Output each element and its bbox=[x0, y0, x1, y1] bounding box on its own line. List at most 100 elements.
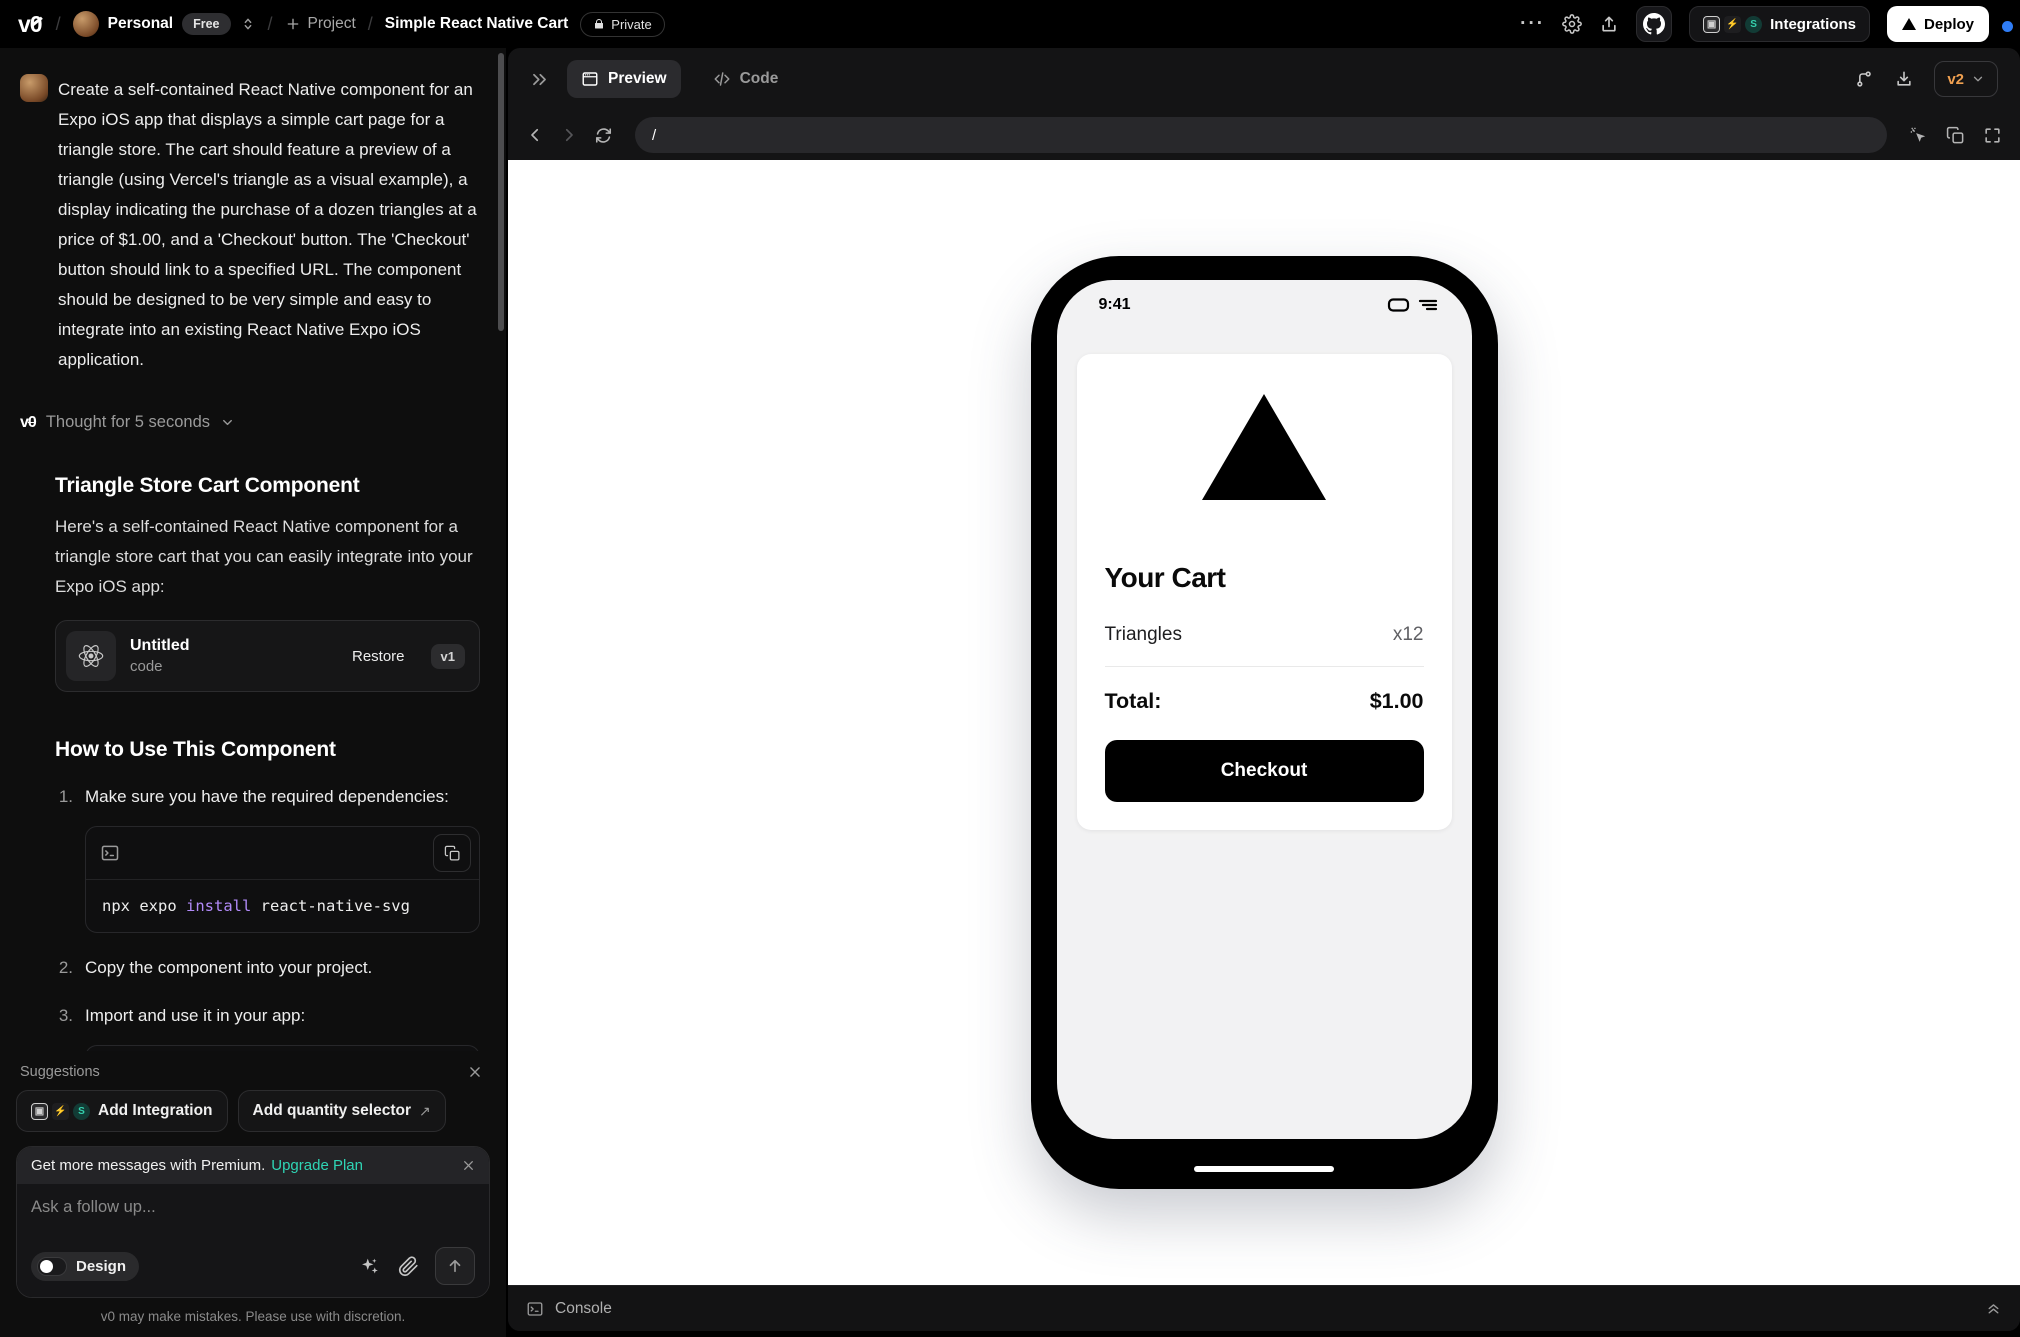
code-snippet: npx expo install react-native-svg bbox=[86, 879, 479, 932]
response-intro: Here's a self-contained React Native com… bbox=[55, 517, 473, 596]
add-project-button[interactable]: Project bbox=[285, 15, 356, 33]
chat-title: Simple React Native Cart bbox=[384, 15, 569, 32]
plus-icon bbox=[287, 18, 298, 30]
vercel-triangle-icon bbox=[1901, 18, 1916, 30]
premium-banner: Get more messages with Premium. Upgrade … bbox=[17, 1147, 489, 1184]
integration-bolt-icon: ⚡ bbox=[52, 1102, 69, 1120]
followup-input[interactable] bbox=[31, 1198, 475, 1217]
status-time: 9:41 bbox=[1098, 296, 1131, 313]
checkout-button[interactable]: Checkout bbox=[1104, 740, 1424, 802]
cart-item-row: Triangles x12 bbox=[1104, 624, 1424, 667]
integration-notion-icon: ▣ bbox=[31, 1102, 48, 1120]
integration-bolt-icon: ⚡ bbox=[1724, 15, 1742, 33]
plan-badge: Free bbox=[182, 13, 231, 35]
phone-statusbar: 9:41 bbox=[1057, 280, 1472, 314]
git-branch-icon[interactable] bbox=[1854, 69, 1874, 89]
chevron-down-icon bbox=[223, 419, 232, 426]
design-toggle[interactable]: Design bbox=[31, 1251, 140, 1281]
notification-dot bbox=[2002, 21, 2013, 32]
close-banner-icon[interactable] bbox=[462, 1159, 475, 1172]
download-icon[interactable] bbox=[1894, 69, 1914, 89]
console-bar[interactable]: Console bbox=[508, 1285, 2020, 1331]
preview-canvas: 9:41 Your Cart Triangles x12 Total: $1.0… bbox=[508, 160, 2020, 1285]
back-button[interactable] bbox=[526, 126, 544, 144]
user-message-avatar bbox=[20, 74, 48, 102]
suggestion-add-integration-button[interactable]: ▣ ⚡ S Add Integration bbox=[16, 1090, 228, 1132]
url-text: / bbox=[652, 126, 657, 144]
chat-messages: Create a self-contained React Native com… bbox=[0, 48, 506, 1051]
expand-console-icon[interactable] bbox=[1985, 1300, 2002, 1317]
close-suggestions-icon[interactable] bbox=[468, 1065, 482, 1079]
settings-gear-icon[interactable] bbox=[1562, 14, 1582, 34]
integration-notion-icon: ▣ bbox=[1703, 15, 1721, 33]
send-button[interactable] bbox=[435, 1247, 475, 1285]
restore-button[interactable]: Restore bbox=[352, 648, 405, 665]
tab-preview[interactable]: Preview bbox=[567, 60, 681, 98]
collapse-sidebar-icon[interactable] bbox=[530, 70, 549, 89]
version-badge: v1 bbox=[430, 643, 465, 669]
console-label: Console bbox=[555, 1299, 612, 1317]
workbench-toolbar: Preview Code v2 bbox=[508, 48, 2020, 110]
list-item: 1. Make sure you have the required depen… bbox=[58, 787, 449, 806]
arrow-up-icon bbox=[449, 1259, 461, 1273]
status-battery-icon bbox=[1387, 298, 1409, 312]
attachment-paperclip-icon[interactable] bbox=[398, 1255, 419, 1277]
thought-toggle[interactable]: v0 Thought for 5 seconds bbox=[20, 413, 484, 432]
code-block-card[interactable]: Untitled code Restore v1 bbox=[55, 620, 480, 692]
more-menu-button[interactable]: ··· bbox=[1520, 13, 1545, 35]
tab-code[interactable]: Code bbox=[699, 60, 793, 98]
refresh-icon[interactable] bbox=[594, 126, 613, 145]
cart-total-row: Total: $1.00 bbox=[1104, 689, 1424, 713]
v0-logo-icon[interactable]: v0 bbox=[18, 11, 44, 38]
sparkles-icon[interactable] bbox=[359, 1256, 380, 1277]
user-message: Create a self-contained React Native com… bbox=[20, 74, 484, 375]
integrations-button[interactable]: ▣ ⚡ S Integrations bbox=[1689, 6, 1870, 42]
workspace-name: Personal bbox=[107, 15, 174, 32]
lock-icon bbox=[595, 19, 604, 29]
cart-item-name: Triangles bbox=[1104, 624, 1182, 645]
phone-screen: 9:41 Your Cart Triangles x12 Total: $1.0… bbox=[1056, 280, 1472, 1139]
howto-title: How to Use This Component bbox=[55, 738, 336, 761]
open-new-window-icon[interactable] bbox=[1946, 126, 1965, 145]
cart-title: Your Cart bbox=[1104, 562, 1227, 593]
privacy-badge[interactable]: Private bbox=[580, 11, 665, 37]
workspace-switcher[interactable]: Personal Free bbox=[72, 11, 256, 37]
version-selector[interactable]: v2 bbox=[1934, 61, 1998, 97]
upgrade-plan-link[interactable]: Upgrade Plan bbox=[271, 1157, 363, 1174]
url-bar[interactable]: / bbox=[635, 117, 1887, 153]
top-header: v0 / Personal Free / Project / Simple Re… bbox=[0, 0, 2020, 48]
suggestion-add-quantity-button[interactable]: Add quantity selector ↗ bbox=[237, 1090, 446, 1132]
code-card-subtitle: code bbox=[130, 658, 163, 675]
chevron-down-icon bbox=[1973, 76, 1983, 82]
response-title: Triangle Store Cart Component bbox=[55, 474, 360, 497]
v0-assistant-icon: v0 bbox=[20, 413, 37, 431]
chat-sidebar: Create a self-contained React Native com… bbox=[0, 48, 506, 1337]
sidebar-bottom: Suggestions ▣ ⚡ S Add Integration Add qu… bbox=[0, 1056, 506, 1337]
integration-stripe-icon: S bbox=[1745, 15, 1763, 33]
iphone-mockup: 9:41 Your Cart Triangles x12 Total: $1.0… bbox=[1030, 256, 1498, 1189]
chevrons-up-down-icon[interactable] bbox=[240, 16, 256, 32]
forward-button[interactable] bbox=[560, 126, 578, 144]
breadcrumb-separator: / bbox=[55, 13, 61, 34]
integrations-label: Integrations bbox=[1770, 15, 1856, 33]
github-button[interactable] bbox=[1636, 6, 1673, 42]
share-icon[interactable] bbox=[1599, 14, 1619, 34]
workspace-avatar bbox=[72, 11, 99, 37]
fullscreen-icon[interactable] bbox=[1983, 126, 2002, 145]
toggle-switch bbox=[37, 1256, 67, 1276]
code-block-partial bbox=[85, 1045, 480, 1051]
sidebar-scrollbar[interactable] bbox=[498, 53, 504, 331]
copy-icon bbox=[444, 845, 460, 861]
code-icon bbox=[714, 72, 730, 86]
assistant-response: Triangle Store Cart Component Here's a s… bbox=[20, 474, 484, 1051]
list-item: 2. Copy the component into your project. bbox=[58, 958, 373, 977]
code-card-title: Untitled bbox=[130, 637, 190, 654]
inspect-cursor-icon[interactable] bbox=[1909, 126, 1928, 145]
copy-button[interactable] bbox=[433, 834, 471, 872]
deploy-button[interactable]: Deploy bbox=[1886, 6, 1989, 42]
browser-window-icon bbox=[582, 72, 598, 86]
breadcrumb-separator: / bbox=[267, 13, 273, 34]
list-item: 3. Import and use it in your app: bbox=[58, 1006, 306, 1025]
arrow-up-right-icon: ↗ bbox=[419, 1102, 431, 1119]
react-icon bbox=[66, 631, 116, 681]
